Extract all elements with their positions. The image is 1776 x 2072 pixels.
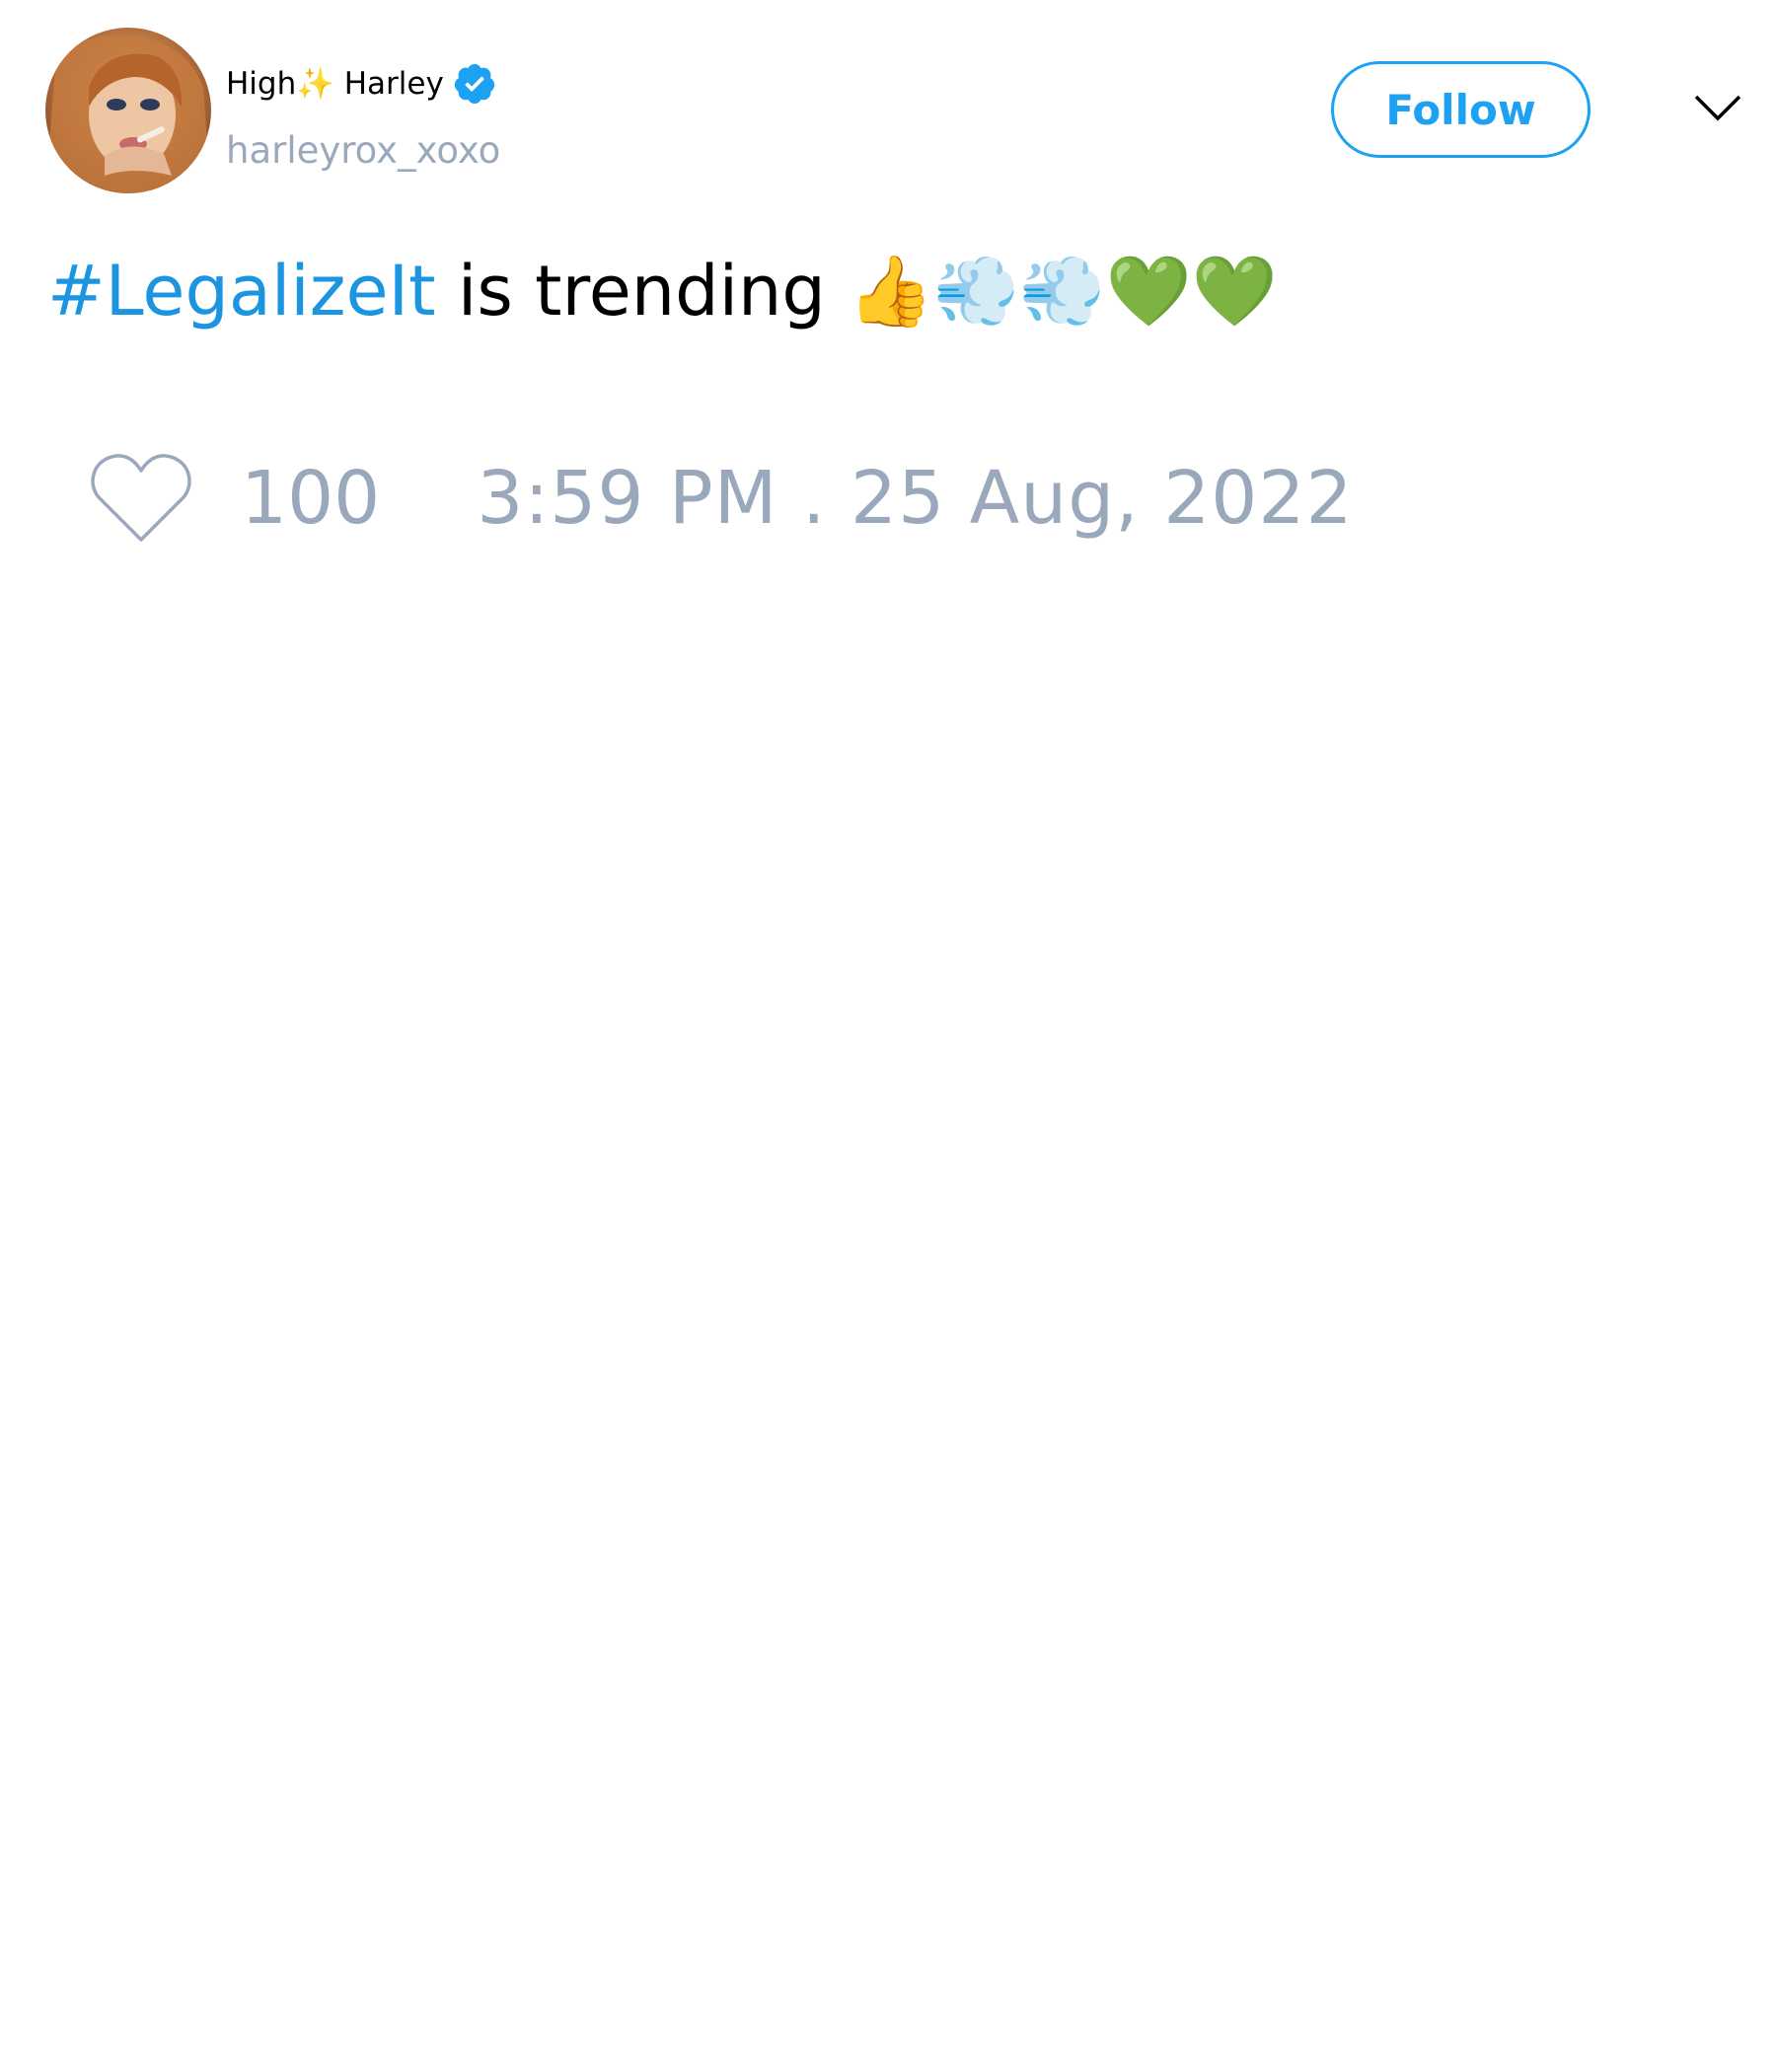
chevron-down-icon[interactable] — [1692, 91, 1743, 126]
display-name[interactable]: High✨ Harley — [226, 64, 444, 104]
heart-icon[interactable] — [89, 451, 193, 546]
verified-badge-icon — [454, 63, 494, 105]
tweet-footer: 100 3:59 PM . 25 Aug, 2022 — [89, 444, 1354, 553]
display-name-row[interactable]: High✨ Harley — [226, 61, 497, 107]
timestamp[interactable]: 3:59 PM . 25 Aug, 2022 — [477, 456, 1353, 541]
avatar[interactable] — [45, 28, 211, 193]
profile-photo — [45, 28, 211, 193]
tweet-body: is trending 👍💨💨💚💚 — [435, 251, 1278, 332]
tweet-text: #LegalizeIt is trending 👍💨💨💚💚 — [47, 247, 1278, 335]
hashtag-link[interactable]: #LegalizeIt — [47, 251, 436, 332]
follow-button[interactable]: Follow — [1331, 61, 1591, 158]
handle[interactable]: harleyrox_xoxo — [226, 129, 500, 173]
like-count[interactable]: 100 — [241, 456, 380, 541]
